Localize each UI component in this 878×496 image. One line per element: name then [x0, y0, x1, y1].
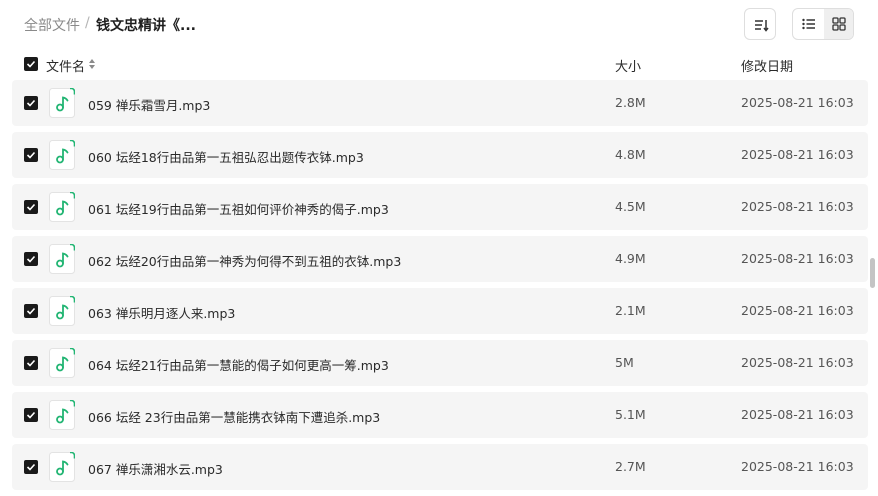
- column-header-modified[interactable]: 修改日期: [741, 56, 793, 75]
- file-name[interactable]: 063 禅乐明月逐人来.mp3: [88, 303, 235, 322]
- file-modified-date: 2025-08-21 16:03: [741, 407, 854, 422]
- grid-view-button[interactable]: [824, 9, 853, 39]
- sort-toggle-icon[interactable]: [88, 58, 96, 70]
- checkmark-icon: [26, 411, 36, 419]
- list-view-button[interactable]: [793, 9, 824, 39]
- row-checkbox[interactable]: [24, 460, 38, 474]
- file-modified-date: 2025-08-21 16:03: [741, 459, 854, 474]
- sort-button[interactable]: [744, 8, 776, 40]
- music-file-icon: [49, 400, 75, 430]
- row-checkbox[interactable]: [24, 148, 38, 162]
- music-file-icon: [49, 244, 75, 274]
- file-name[interactable]: 060 坛经18行由品第一五祖弘忍出题传衣钵.mp3: [88, 147, 364, 166]
- checkmark-icon: [26, 203, 36, 211]
- file-row[interactable]: 064 坛经21行由品第一慧能的偈子如何更高一筹.mp3 5M 2025-08-21…: [12, 340, 868, 386]
- grid-view-icon: [832, 17, 846, 31]
- file-name[interactable]: 064 坛经21行由品第一慧能的偈子如何更高一筹.mp3: [88, 355, 389, 374]
- checkmark-icon: [26, 359, 36, 367]
- file-name[interactable]: 066 坛经 23行由品第一慧能携衣钵南下遭追杀.mp3: [88, 407, 380, 426]
- checkmark-icon: [26, 463, 36, 471]
- file-size: 4.9M: [615, 251, 646, 266]
- checkmark-icon: [26, 307, 36, 315]
- file-name[interactable]: 059 禅乐霜雪月.mp3: [88, 95, 210, 114]
- select-all-checkbox[interactable]: [24, 57, 38, 71]
- file-size: 5.1M: [615, 407, 646, 422]
- view-toggle: [792, 8, 854, 40]
- checkmark-icon: [26, 99, 36, 107]
- row-checkbox[interactable]: [24, 200, 38, 214]
- top-bar: 全部文件 / 钱文忠精讲《...: [0, 0, 878, 48]
- file-name[interactable]: 062 坛经20行由品第一神秀为何得不到五祖的衣钵.mp3: [88, 251, 401, 270]
- file-list: 059 禅乐霜雪月.mp3 2.8M 2025-08-21 16:03 060 坛经1…: [12, 80, 868, 496]
- file-size: 2.1M: [615, 303, 646, 318]
- column-header-name[interactable]: 文件名: [46, 56, 85, 75]
- music-file-icon: [49, 452, 75, 482]
- breadcrumb-separator: /: [85, 15, 90, 31]
- breadcrumb-root[interactable]: 全部文件: [24, 15, 80, 35]
- list-view-icon: [801, 18, 815, 30]
- file-modified-date: 2025-08-21 16:03: [741, 147, 854, 162]
- file-row[interactable]: 059 禅乐霜雪月.mp3 2.8M 2025-08-21 16:03: [12, 80, 868, 126]
- file-size: 4.5M: [615, 199, 646, 214]
- file-row[interactable]: 062 坛经20行由品第一神秀为何得不到五祖的衣钵.mp3 4.9M 2025-08…: [12, 236, 868, 282]
- checkmark-icon: [26, 60, 36, 68]
- file-row[interactable]: 060 坛经18行由品第一五祖弘忍出题传衣钵.mp3 4.8M 2025-08-21…: [12, 132, 868, 178]
- music-file-icon: [49, 296, 75, 326]
- file-modified-date: 2025-08-21 16:03: [741, 355, 854, 370]
- music-file-icon: [49, 192, 75, 222]
- checkmark-icon: [26, 151, 36, 159]
- file-name[interactable]: 061 坛经19行由品第一五祖如何评价神秀的偈子.mp3: [88, 199, 389, 218]
- file-row[interactable]: 063 禅乐明月逐人来.mp3 2.1M 2025-08-21 16:03: [12, 288, 868, 334]
- list-header: 文件名 大小 修改日期: [0, 52, 878, 78]
- music-file-icon: [49, 348, 75, 378]
- row-checkbox[interactable]: [24, 408, 38, 422]
- breadcrumb-current: 钱文忠精讲《...: [96, 18, 196, 34]
- file-size: 5M: [615, 355, 634, 370]
- file-row[interactable]: 066 坛经 23行由品第一慧能携衣钵南下遭追杀.mp3 5.1M 2025-08-…: [12, 392, 868, 438]
- row-checkbox[interactable]: [24, 252, 38, 266]
- file-name[interactable]: 067 禅乐潇湘水云.mp3: [88, 459, 223, 478]
- file-size: 2.7M: [615, 459, 646, 474]
- music-file-icon: [49, 140, 75, 170]
- checkmark-icon: [26, 255, 36, 263]
- row-checkbox[interactable]: [24, 96, 38, 110]
- file-row[interactable]: 061 坛经19行由品第一五祖如何评价神秀的偈子.mp3 4.5M 2025-08-…: [12, 184, 868, 230]
- file-size: 4.8M: [615, 147, 646, 162]
- scrollbar-thumb[interactable]: [870, 258, 875, 288]
- music-file-icon: [49, 88, 75, 118]
- file-modified-date: 2025-08-21 16:03: [741, 199, 854, 214]
- row-checkbox[interactable]: [24, 356, 38, 370]
- sort-order-icon: [755, 20, 769, 32]
- file-row[interactable]: 067 禅乐潇湘水云.mp3 2.7M 2025-08-21 16:03: [12, 444, 868, 490]
- file-modified-date: 2025-08-21 16:03: [741, 251, 854, 266]
- column-header-size[interactable]: 大小: [615, 56, 641, 75]
- file-modified-date: 2025-08-21 16:03: [741, 303, 854, 318]
- file-size: 2.8M: [615, 95, 646, 110]
- file-modified-date: 2025-08-21 16:03: [741, 95, 854, 110]
- row-checkbox[interactable]: [24, 304, 38, 318]
